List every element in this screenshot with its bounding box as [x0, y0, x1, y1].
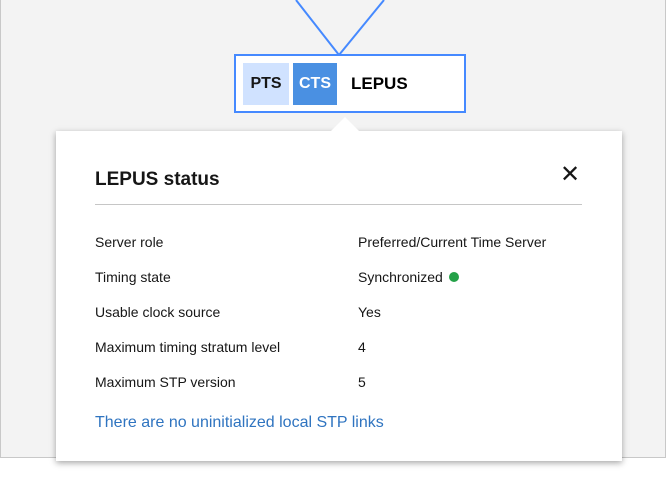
status-row-label: Usable clock source [95, 304, 221, 320]
status-row-value-wrap: Synchronized [358, 269, 459, 285]
topology-connector-lines [295, 0, 385, 56]
status-row-max-stratum-level: Maximum timing stratum level 4 [95, 339, 595, 359]
status-row-server-role: Server role Preferred/Current Time Serve… [95, 234, 595, 254]
status-row-value: 5 [358, 374, 366, 390]
status-row-value: Preferred/Current Time Server [358, 234, 547, 250]
connector-line-left [295, 0, 340, 56]
server-node-lepus[interactable]: PTS CTS LEPUS [234, 54, 466, 113]
uninitialized-stp-links-link[interactable]: There are no uninitialized local STP lin… [95, 414, 384, 432]
status-row-label: Maximum timing stratum level [95, 339, 281, 355]
close-icon[interactable]: ✕ [558, 163, 582, 187]
status-row-value: Yes [358, 304, 381, 320]
status-row-usable-clock-source: Usable clock source Yes [95, 304, 595, 324]
status-row-value: 4 [358, 339, 366, 355]
popover-title: LEPUS status [95, 169, 220, 190]
popover-caret [331, 117, 359, 131]
popover-divider [95, 204, 582, 205]
status-row-label: Maximum STP version [95, 374, 236, 390]
status-row-max-stp-version: Maximum STP version 5 [95, 374, 595, 394]
status-row-label: Server role [95, 234, 164, 250]
cts-badge: CTS [293, 63, 337, 105]
pts-badge: PTS [243, 63, 289, 105]
server-status-popover: LEPUS status ✕ Server role Preferred/Cur… [56, 117, 622, 461]
status-row-label: Timing state [95, 269, 171, 285]
connector-line-right [338, 0, 385, 56]
status-row-timing-state: Timing state Synchronized [95, 269, 595, 289]
server-node-label: LEPUS [351, 74, 408, 93]
status-dot-icon [448, 272, 459, 282]
status-row-value: Synchronized [358, 269, 443, 285]
